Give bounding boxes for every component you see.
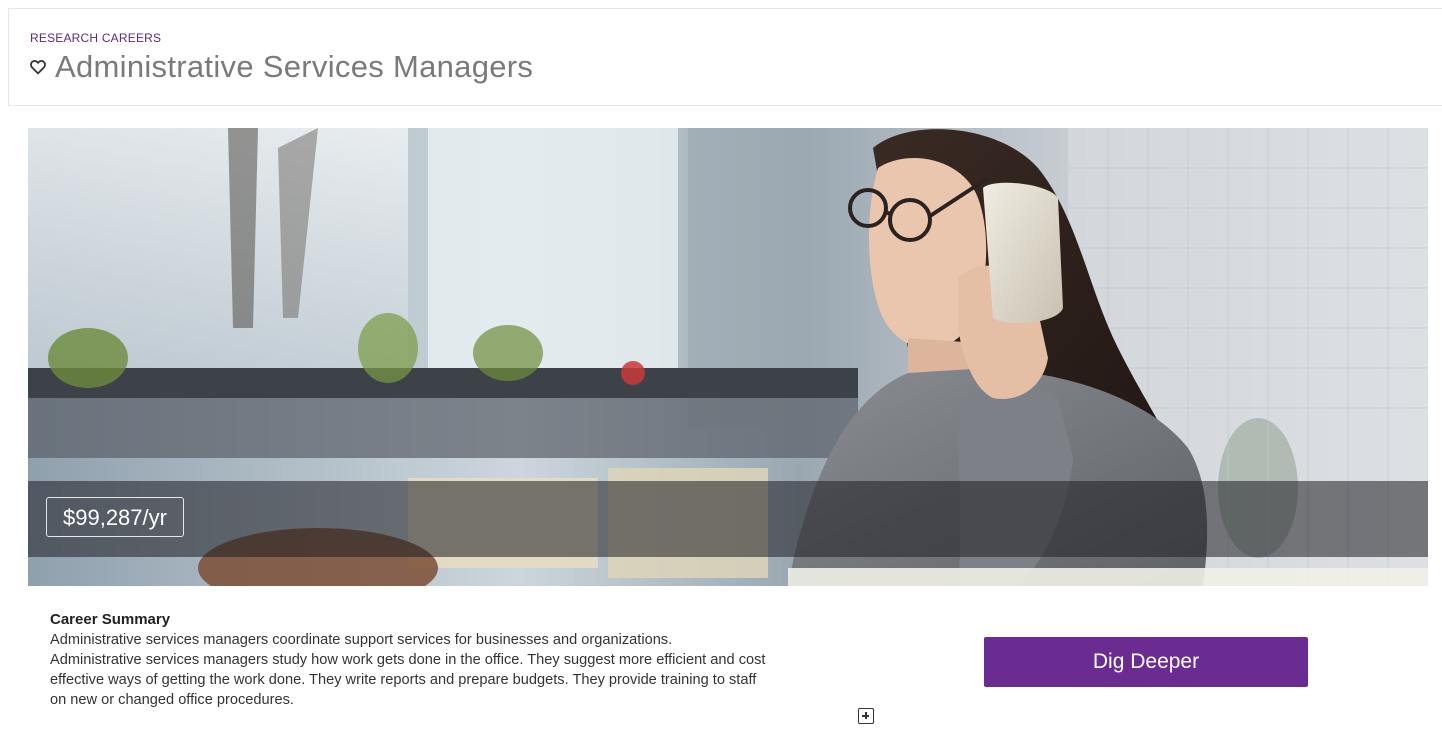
summary-line: effective ways of getting the work done.… [50, 672, 757, 688]
summary-heading: Career Summary [50, 611, 171, 628]
career-page: RESEARCH CAREERS Administrative Services… [0, 0, 1442, 753]
summary-line: Administrative services managers coordin… [50, 632, 673, 648]
heart-icon[interactable] [29, 58, 47, 76]
salary-badge: $99,287/yr [46, 497, 184, 537]
career-hero-image: $99,287/yr [28, 128, 1428, 586]
career-summary: Career Summary Administrative services m… [50, 611, 850, 710]
title-row: Administrative Services Managers [29, 49, 533, 85]
dig-deeper-button[interactable]: Dig Deeper [984, 637, 1308, 687]
salary-band: $99,287/yr [28, 481, 1428, 557]
summary-text: Administrative services managers coordin… [50, 630, 850, 710]
expand-summary-icon[interactable] [858, 708, 874, 724]
summary-line: Administrative services managers study h… [50, 652, 766, 668]
page-title: Administrative Services Managers [55, 49, 534, 84]
career-header: RESEARCH CAREERS Administrative Services… [8, 8, 1442, 106]
summary-line: on new or changed office procedures. [50, 692, 294, 708]
breadcrumb[interactable]: RESEARCH CAREERS [30, 31, 161, 45]
